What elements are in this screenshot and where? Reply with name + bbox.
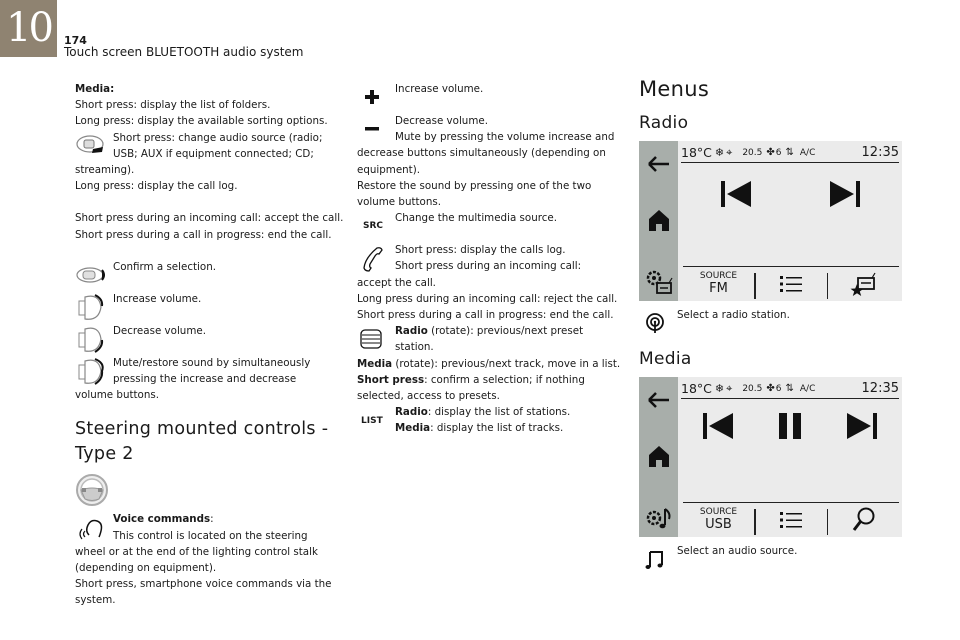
plus-row: Increase volume. xyxy=(357,81,625,113)
thumbwheel-icon xyxy=(360,329,382,349)
screen-sidebar xyxy=(639,377,678,537)
air-distribution-icon: ⇅ xyxy=(785,382,794,394)
climate-temp: 20.5 xyxy=(742,383,763,394)
media-title: Media xyxy=(639,349,692,369)
phone-row: Short press: display the calls log. Shor… xyxy=(357,242,625,274)
voice-commands-row: Voice commands: This control is located … xyxy=(75,511,345,543)
radio-title: Radio xyxy=(639,113,689,133)
section-title-steering-type-2: Steering mounted controls - Type 2 xyxy=(75,419,329,465)
source-button[interactable]: SOURCE FM xyxy=(683,267,754,301)
fan-icon: ✤ xyxy=(766,382,775,394)
playback-controls xyxy=(681,401,899,451)
plus-icon xyxy=(365,90,379,104)
presets-button[interactable] xyxy=(828,267,899,301)
status-bar: 18°C ❄ ⌖ 20.5 ✤ 6 ⇅ A/C 12:35 xyxy=(681,379,899,399)
list-button-icon: LIST xyxy=(361,416,383,427)
snowflake-icon: ❄ xyxy=(714,145,725,159)
next-track-icon[interactable] xyxy=(828,179,862,209)
air-distribution-icon: ⇅ xyxy=(785,146,794,158)
media-short-press: Short press: display the list of folders… xyxy=(75,99,271,112)
playback-controls xyxy=(681,169,899,219)
menus-title: Menus xyxy=(639,77,710,101)
source-long-press: Long press: display the call log. xyxy=(75,180,238,193)
list-icon xyxy=(780,512,802,528)
outside-temp: 18°C xyxy=(681,380,712,396)
location-pin-icon: ⌖ xyxy=(726,381,733,395)
voice-command-icon xyxy=(79,520,103,540)
fan-speed: 6 xyxy=(775,147,782,158)
confirm-row: Confirm a selection. xyxy=(75,259,345,291)
column-1: Media: Short press: display the list of … xyxy=(75,83,345,607)
home-icon[interactable] xyxy=(645,443,673,469)
media-screen: 18°C ❄ ⌖ 20.5 ✤ 6 ⇅ A/C 12:35 SOURCE USB xyxy=(639,377,902,537)
radio-desc-row: Select a radio station. xyxy=(639,307,904,337)
media-long-press: Long press: display the available sortin… xyxy=(75,115,328,128)
column-2: Increase volume. Decrease volume. Mute b… xyxy=(357,81,625,437)
screen-sidebar xyxy=(639,141,678,301)
ac-status: A/C xyxy=(799,383,816,394)
minus-icon xyxy=(365,127,379,131)
bottom-bar: SOURCE FM xyxy=(683,266,899,301)
confirm-button-icon xyxy=(76,267,105,283)
mute-row: Mute/restore sound by simultaneously pre… xyxy=(75,355,345,387)
chapter-number: 10 xyxy=(0,0,57,57)
steering-wheel-icon xyxy=(76,474,108,507)
back-arrow-icon[interactable] xyxy=(645,387,673,413)
back-arrow-icon[interactable] xyxy=(645,151,673,177)
mute-thumbwheel-icon xyxy=(78,357,104,385)
source-value: USB xyxy=(705,517,732,532)
media-desc-row: Select an audio source. xyxy=(639,543,904,573)
status-bar: 18°C ❄ ⌖ 20.5 ✤ 6 ⇅ A/C 12:35 xyxy=(681,143,899,163)
fan-icon: ✤ xyxy=(766,146,775,158)
volume-down-row: Decrease volume. xyxy=(75,323,345,355)
location-pin-icon: ⌖ xyxy=(726,145,733,159)
list-button[interactable] xyxy=(756,503,827,537)
src-row: SRC Change the multimedia source. xyxy=(357,210,625,242)
next-track-icon[interactable] xyxy=(845,411,879,441)
clock: 12:35 xyxy=(861,380,899,396)
list-icon xyxy=(780,276,802,292)
list-row: LIST Radio: display the list of stations… xyxy=(357,404,625,436)
source-button[interactable]: SOURCE USB xyxy=(683,503,754,537)
clock: 12:35 xyxy=(861,144,899,160)
music-note-icon xyxy=(645,551,663,569)
radio-screen: 18°C ❄ ⌖ 20.5 ✤ 6 ⇅ A/C 12:35 SOURCE FM xyxy=(639,141,902,301)
radio-presets-star-icon xyxy=(850,272,876,296)
page-title: Touch screen BLUETOOTH audio system xyxy=(64,45,304,59)
minus-row: Decrease volume. Mute by pressing the vo… xyxy=(357,113,625,145)
media-settings-icon[interactable] xyxy=(645,505,673,531)
search-icon xyxy=(852,507,874,531)
media-label: Media: xyxy=(75,83,115,95)
radio-station-icon xyxy=(646,313,664,333)
column-3: Menus Radio 18°C ❄ ⌖ 20.5 ✤ 6 ⇅ A/C 12:3… xyxy=(639,75,904,583)
outside-temp: 18°C xyxy=(681,144,712,160)
previous-track-icon[interactable] xyxy=(719,179,753,209)
thumbwheel-row: Radio (rotate): previous/next preset sta… xyxy=(357,323,625,355)
list-button[interactable] xyxy=(756,267,827,301)
snowflake-icon: ❄ xyxy=(714,381,725,395)
source-value: FM xyxy=(709,281,728,296)
bottom-bar: SOURCE USB xyxy=(683,502,899,537)
radio-settings-icon[interactable] xyxy=(645,269,673,295)
search-button[interactable] xyxy=(828,503,899,537)
climate-temp: 20.5 xyxy=(742,147,763,158)
call-accept-text: Short press during an incoming call: acc… xyxy=(75,212,344,225)
volume-down-thumbwheel-icon xyxy=(78,327,104,353)
phone-icon xyxy=(363,247,383,272)
source-button-row: Short press: change audio source (radio;… xyxy=(75,130,345,162)
previous-track-icon[interactable] xyxy=(701,411,735,441)
call-end-text: Short press during a call in progress: e… xyxy=(75,228,332,241)
volume-up-row: Increase volume. xyxy=(75,291,345,323)
pause-icon[interactable] xyxy=(776,411,804,441)
source-switch-icon xyxy=(76,135,104,153)
volume-up-thumbwheel-icon xyxy=(78,293,104,320)
fan-speed: 6 xyxy=(775,383,782,394)
home-icon[interactable] xyxy=(645,207,673,233)
ac-status: A/C xyxy=(799,147,816,158)
voice-commands-label: Voice commands xyxy=(113,513,211,526)
